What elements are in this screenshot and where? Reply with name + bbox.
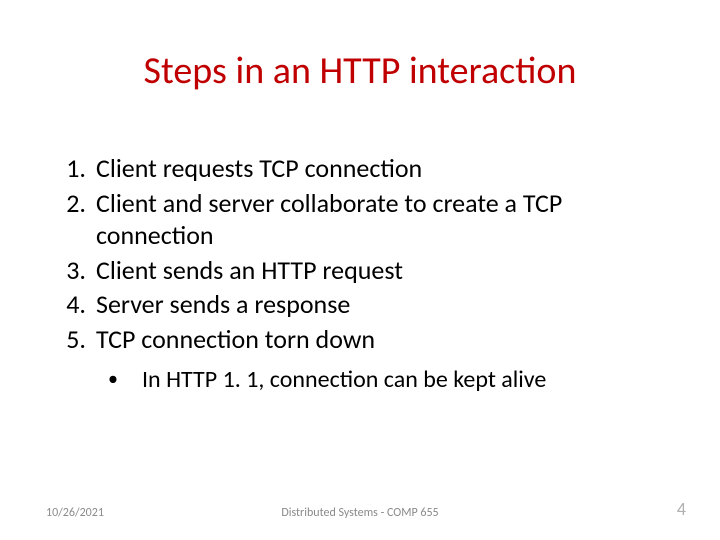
list-item: 5. TCP connection torn down bbox=[60, 323, 680, 356]
item-number: 1. bbox=[60, 152, 96, 185]
item-number: 3. bbox=[60, 254, 96, 287]
bullet-text: In HTTP 1. 1, connection can be kept ali… bbox=[142, 365, 668, 394]
item-number: 5. bbox=[60, 323, 96, 356]
list-item: 3. Client sends an HTTP request bbox=[60, 254, 680, 287]
list-item: 4. Server sends a response bbox=[60, 288, 680, 321]
item-text: Server sends a response bbox=[96, 288, 680, 321]
ordered-list: 1. Client requests TCP connection 2. Cli… bbox=[60, 152, 680, 357]
slide-title: Steps in an HTTP interaction bbox=[0, 48, 720, 94]
list-item: 1. Client requests TCP connection bbox=[60, 152, 680, 185]
item-text: TCP connection torn down bbox=[96, 323, 680, 356]
item-text: Client requests TCP connection bbox=[96, 152, 680, 185]
item-number: 2. bbox=[60, 187, 96, 252]
item-text: Client and server collaborate to create … bbox=[96, 187, 680, 252]
footer-course: Distributed Systems - COMP 655 bbox=[0, 506, 720, 520]
bullet-icon: • bbox=[108, 365, 142, 393]
page-number: 4 bbox=[677, 498, 686, 520]
item-number: 4. bbox=[60, 288, 96, 321]
sub-bullet: • In HTTP 1. 1, connection can be kept a… bbox=[108, 365, 668, 394]
item-text: Client sends an HTTP request bbox=[96, 254, 680, 287]
slide: Steps in an HTTP interaction 1. Client r… bbox=[0, 0, 720, 540]
list-item: 2. Client and server collaborate to crea… bbox=[60, 187, 680, 252]
